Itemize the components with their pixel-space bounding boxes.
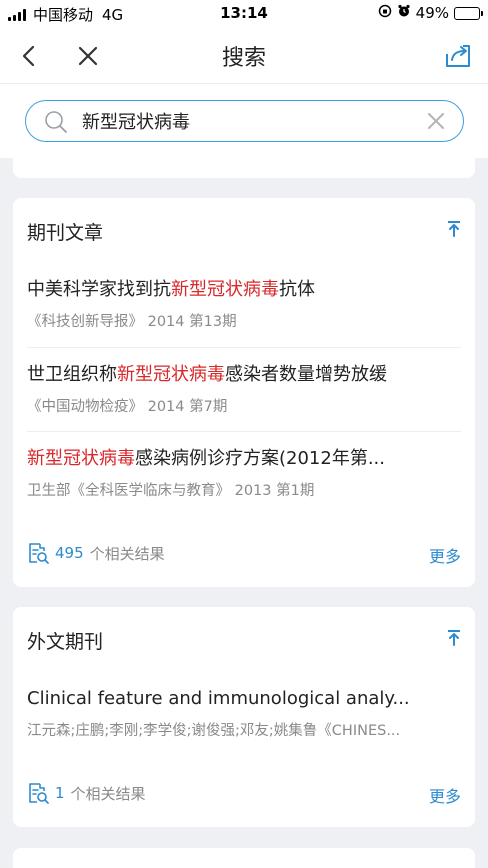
share-button[interactable] — [438, 36, 478, 76]
article-meta: 《科技创新导报》 2014 第13期 — [27, 314, 237, 330]
search-box[interactable] — [25, 100, 464, 142]
section-title: 期刊文章 — [27, 222, 104, 244]
article-title: 世卫组织称新型冠状病毒感染者数量增势放缓 — [27, 364, 387, 385]
results-count: 1 个相关结果 — [27, 782, 146, 804]
document-search-icon — [29, 783, 49, 804]
article-meta: 江元森;庄鹏;李刚;李学俊;谢俊强;邓友;姚集鲁《CHINES... — [27, 723, 401, 739]
nav-bar: 搜索 — [0, 28, 488, 84]
status-bar: 中国移动 4G 13:14 49% — [0, 0, 488, 28]
article-item[interactable]: 世卫组织称新型冠状病毒感染者数量增势放缓 《中国动物检疫》 2014 第7期 — [27, 362, 461, 416]
article-title: 中美科学家找到抗新型冠状病毒抗体 — [27, 279, 315, 300]
document-search-icon — [29, 543, 49, 564]
divider — [27, 431, 461, 432]
article-title: 新型冠状病毒感染病例诊疗方案(2012年第... — [27, 448, 385, 469]
share-icon — [446, 45, 470, 67]
orientation-lock-icon — [378, 4, 392, 22]
search-bar — [0, 84, 488, 158]
article-meta: 《中国动物检疫》 2014 第7期 — [27, 399, 228, 415]
result-count: 1 — [55, 784, 65, 802]
next-card-edge — [13, 848, 475, 868]
previous-card-edge — [13, 158, 475, 178]
more-link[interactable]: 更多 — [429, 783, 461, 807]
journal-articles-card: 期刊文章 中美科学家找到抗新型冠状病毒抗体 《科技创新导报》 2014 第13期… — [13, 198, 475, 587]
article-item[interactable]: 中美科学家找到抗新型冠状病毒抗体 《科技创新导报》 2014 第13期 — [27, 277, 461, 331]
pin-top-icon[interactable] — [447, 220, 461, 242]
divider — [27, 347, 461, 348]
results-count: 495 个相关结果 — [27, 542, 165, 564]
alarm-icon — [397, 4, 411, 22]
foreign-journals-card: 外文期刊 Clinical feature and immunological … — [13, 607, 475, 827]
result-count-label: 个相关结果 — [89, 544, 165, 563]
search-input[interactable] — [82, 108, 412, 134]
article-item[interactable]: 新型冠状病毒感染病例诊疗方案(2012年第... 卫生部《全科医学临床与教育》 … — [27, 446, 461, 500]
result-count-label: 个相关结果 — [70, 784, 146, 803]
battery-percent: 49% — [415, 4, 449, 22]
article-meta: 卫生部《全科医学临床与教育》 2013 第1期 — [27, 483, 315, 499]
result-count: 495 — [55, 544, 84, 562]
more-link[interactable]: 更多 — [429, 543, 461, 567]
article-item[interactable]: Clinical feature and immunological analy… — [27, 686, 461, 740]
clear-icon[interactable] — [427, 112, 445, 134]
page-title: 搜索 — [221, 46, 266, 71]
section-title: 外文期刊 — [27, 631, 104, 653]
battery-icon — [454, 6, 483, 20]
search-icon — [44, 110, 68, 138]
article-title: Clinical feature and immunological analy… — [27, 688, 410, 709]
pin-top-icon[interactable] — [447, 629, 461, 651]
